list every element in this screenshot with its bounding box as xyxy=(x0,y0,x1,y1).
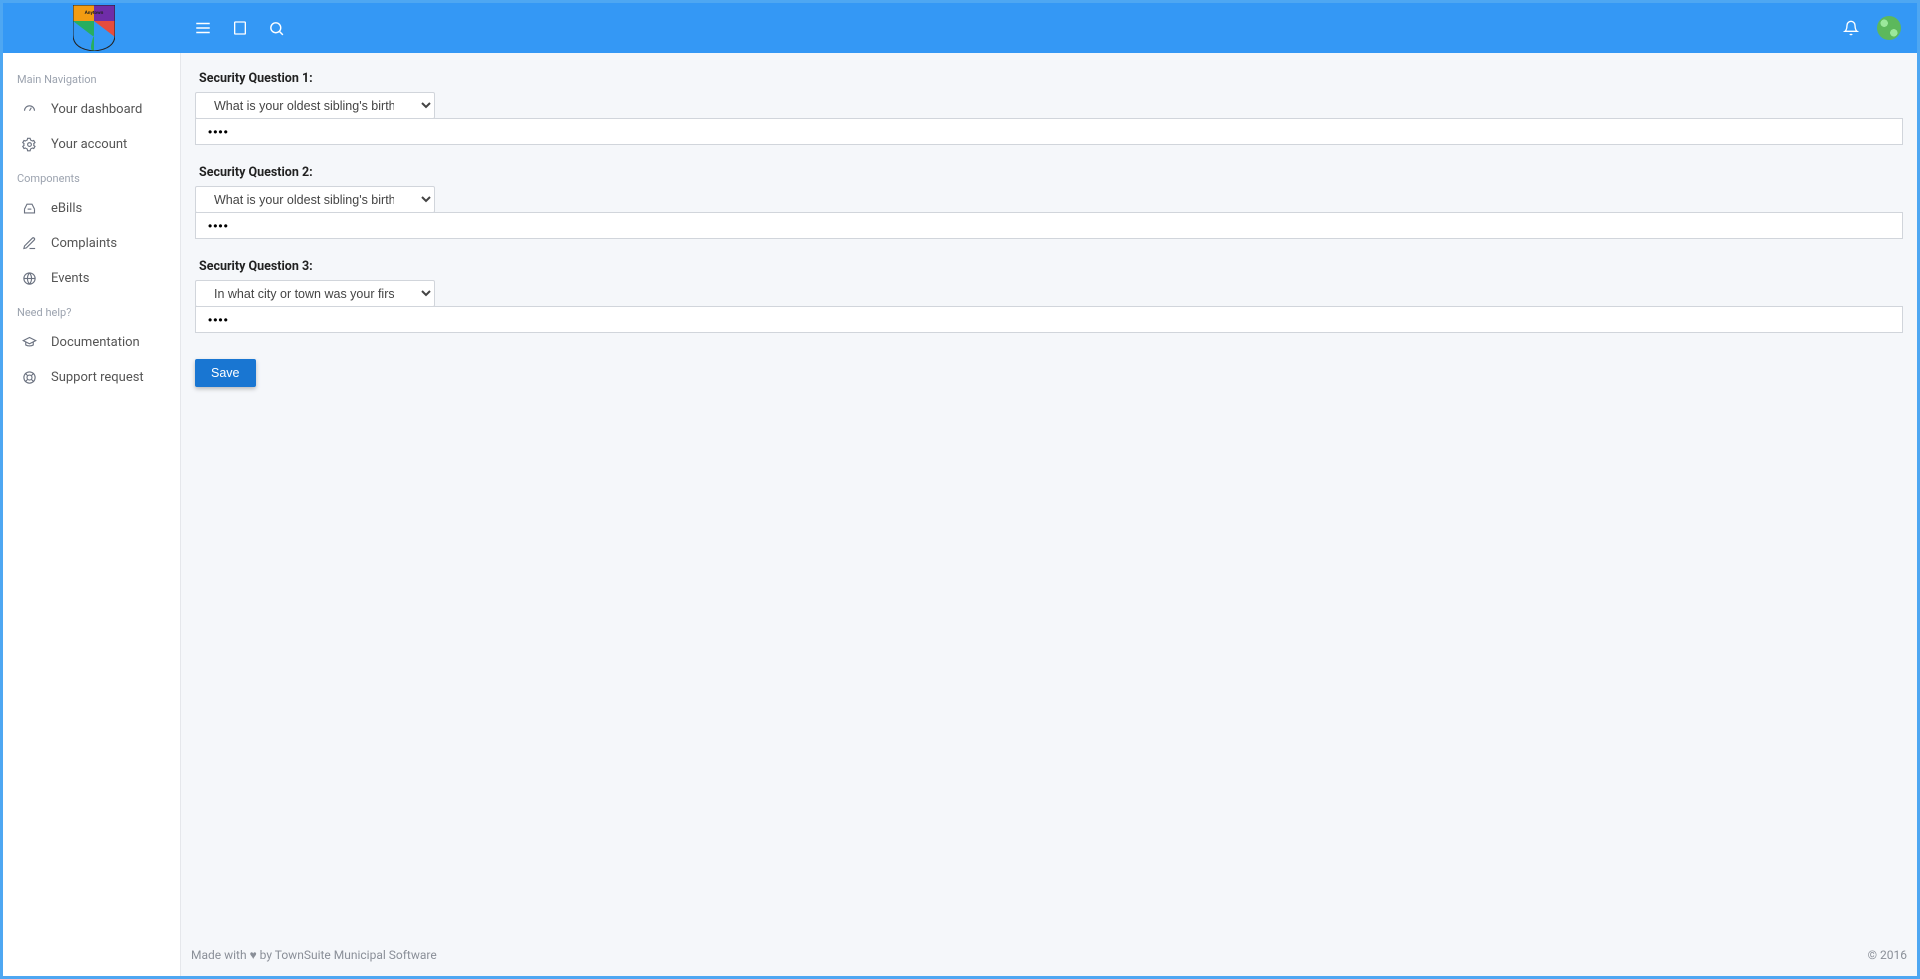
question-3-block: Security Question 3: In what city or tow… xyxy=(195,259,1903,333)
svg-text:Anytown: Anytown xyxy=(85,10,104,16)
sidebar-item-label: Events xyxy=(51,271,89,286)
edit-icon xyxy=(21,236,37,251)
question-2-select[interactable]: What is your oldest sibling's birthday m… xyxy=(195,186,435,213)
sidebar-item-support[interactable]: Support request xyxy=(3,360,180,395)
sidebar-item-label: Your dashboard xyxy=(51,102,142,117)
gauge-icon xyxy=(21,102,37,117)
sidebar-item-account[interactable]: Your account xyxy=(3,127,180,162)
question-2-label: Security Question 2: xyxy=(195,165,1903,180)
life-ring-icon xyxy=(21,370,37,385)
question-3-answer[interactable] xyxy=(195,306,1903,333)
user-avatar[interactable] xyxy=(1877,16,1901,40)
sidebar-heading-components: Components xyxy=(3,162,180,191)
sidebar-item-label: Your account xyxy=(51,137,127,152)
top-header: Anytown xyxy=(3,3,1917,53)
save-button[interactable]: Save xyxy=(195,359,256,387)
sidebar-item-label: eBills xyxy=(51,201,82,216)
question-1-select[interactable]: What is your oldest sibling's birthday m… xyxy=(195,92,435,119)
question-1-answer[interactable] xyxy=(195,118,1903,145)
inbox-icon xyxy=(21,201,37,216)
gear-icon xyxy=(21,137,37,152)
sidebar-item-ebills[interactable]: eBills xyxy=(3,191,180,226)
sidebar-heading-main: Main Navigation xyxy=(3,63,180,92)
footer: Made with ♥ by TownSuite Municipal Softw… xyxy=(181,934,1917,976)
sidebar-item-complaints[interactable]: Complaints xyxy=(3,226,180,261)
sidebar: Main Navigation Your dashboard Your acco… xyxy=(3,53,181,976)
sidebar-item-documentation[interactable]: Documentation xyxy=(3,325,180,360)
sidebar-item-label: Support request xyxy=(51,370,144,385)
sidebar-item-label: Documentation xyxy=(51,335,140,350)
heart-icon: ♥ xyxy=(250,948,257,962)
bell-icon[interactable] xyxy=(1843,20,1859,36)
grad-cap-icon xyxy=(21,335,37,350)
question-2-answer[interactable] xyxy=(195,212,1903,239)
question-3-select[interactable]: In what city or town was your first job? xyxy=(195,280,435,307)
sidebar-item-dashboard[interactable]: Your dashboard xyxy=(3,92,180,127)
search-icon[interactable] xyxy=(268,20,285,37)
panel-icon[interactable] xyxy=(232,20,248,36)
security-questions-form: Security Question 1: What is your oldest… xyxy=(181,53,1917,934)
question-1-block: Security Question 1: What is your oldest… xyxy=(195,71,1903,145)
footer-text: Made with ♥ by TownSuite Municipal Softw… xyxy=(191,948,437,962)
footer-copyright: © 2016 xyxy=(1868,948,1907,962)
sidebar-item-events[interactable]: Events xyxy=(3,261,180,296)
globe-icon xyxy=(21,271,37,286)
menu-icon[interactable] xyxy=(194,19,212,37)
question-3-label: Security Question 3: xyxy=(195,259,1903,274)
question-2-block: Security Question 2: What is your oldest… xyxy=(195,165,1903,239)
sidebar-heading-help: Need help? xyxy=(3,296,180,325)
app-logo: Anytown xyxy=(73,5,115,51)
question-1-label: Security Question 1: xyxy=(195,71,1903,86)
sidebar-item-label: Complaints xyxy=(51,236,117,251)
